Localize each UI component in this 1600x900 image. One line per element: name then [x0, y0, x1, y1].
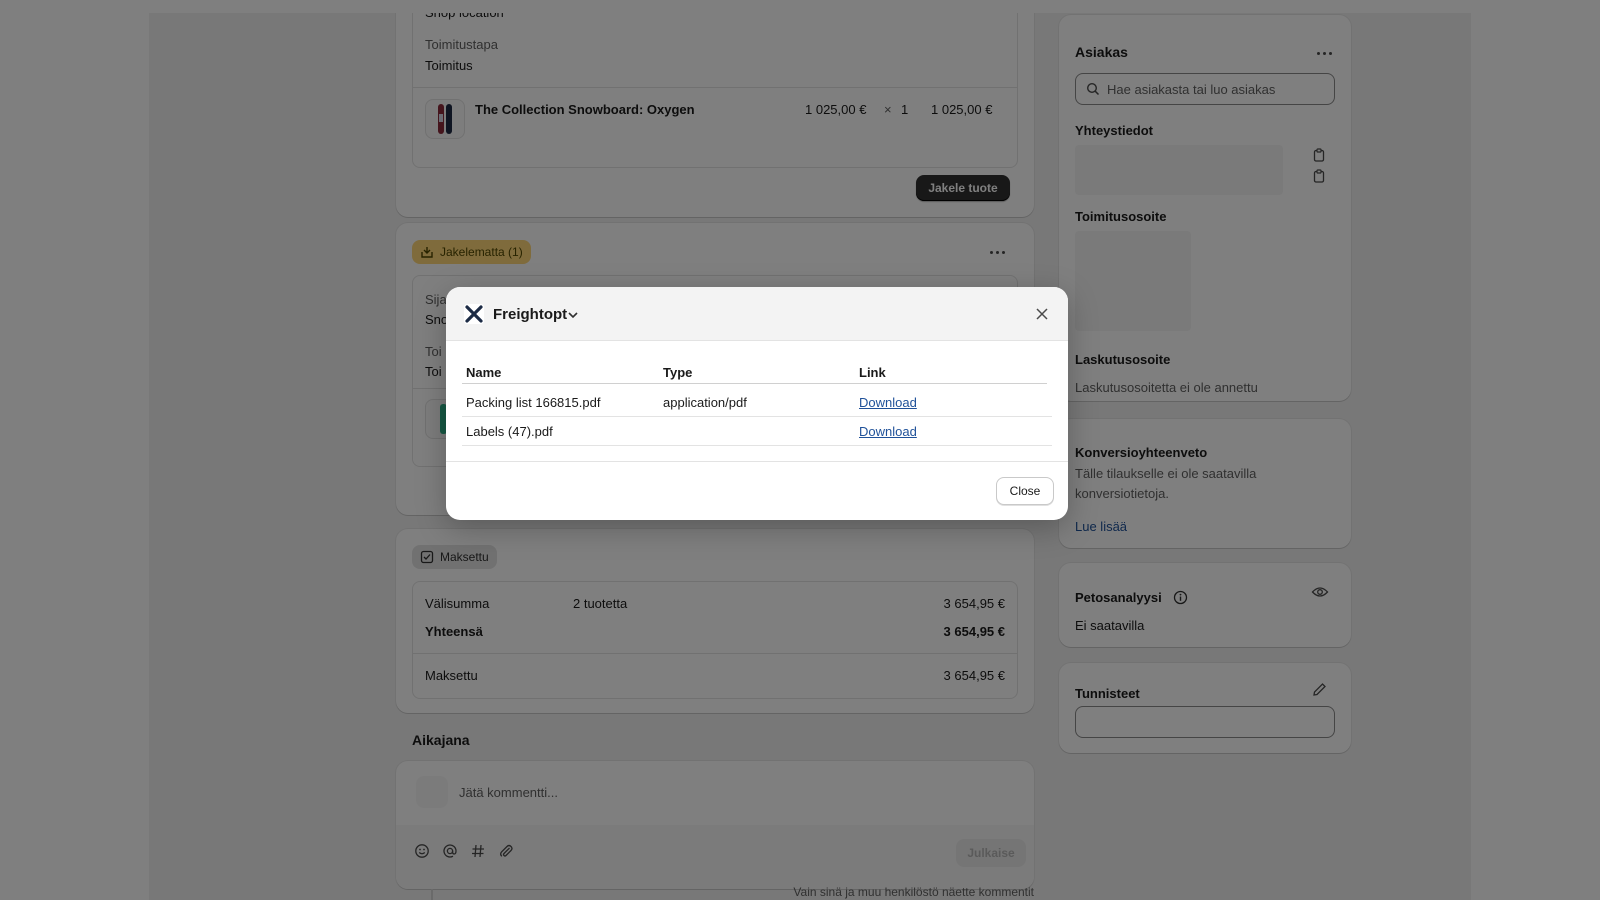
download-link[interactable]: Download	[859, 423, 917, 440]
table-row-type: application/pdf	[663, 395, 747, 410]
column-header-name: Name	[466, 365, 502, 380]
modal-header: Freightopt	[446, 287, 1068, 341]
modal-footer-divider	[446, 461, 1068, 462]
close-button[interactable]: Close	[996, 477, 1054, 505]
download-link[interactable]: Download	[859, 394, 917, 411]
chevron-down-icon[interactable]	[567, 310, 579, 320]
table-header-divider	[462, 383, 1047, 384]
column-header-link: Link	[859, 365, 886, 380]
freightopt-logo-icon	[464, 304, 484, 324]
app-name[interactable]: Freightopt	[493, 305, 567, 324]
column-header-type: Type	[663, 365, 693, 380]
table-row-divider	[462, 445, 1052, 446]
freightopt-modal: Freightopt Name Type Link Packing list 1…	[446, 287, 1068, 520]
table-row-name: Packing list 166815.pdf	[466, 395, 601, 410]
table-row-divider	[462, 416, 1052, 417]
table-row-name: Labels (47).pdf	[466, 424, 553, 439]
close-icon[interactable]	[1035, 307, 1049, 321]
